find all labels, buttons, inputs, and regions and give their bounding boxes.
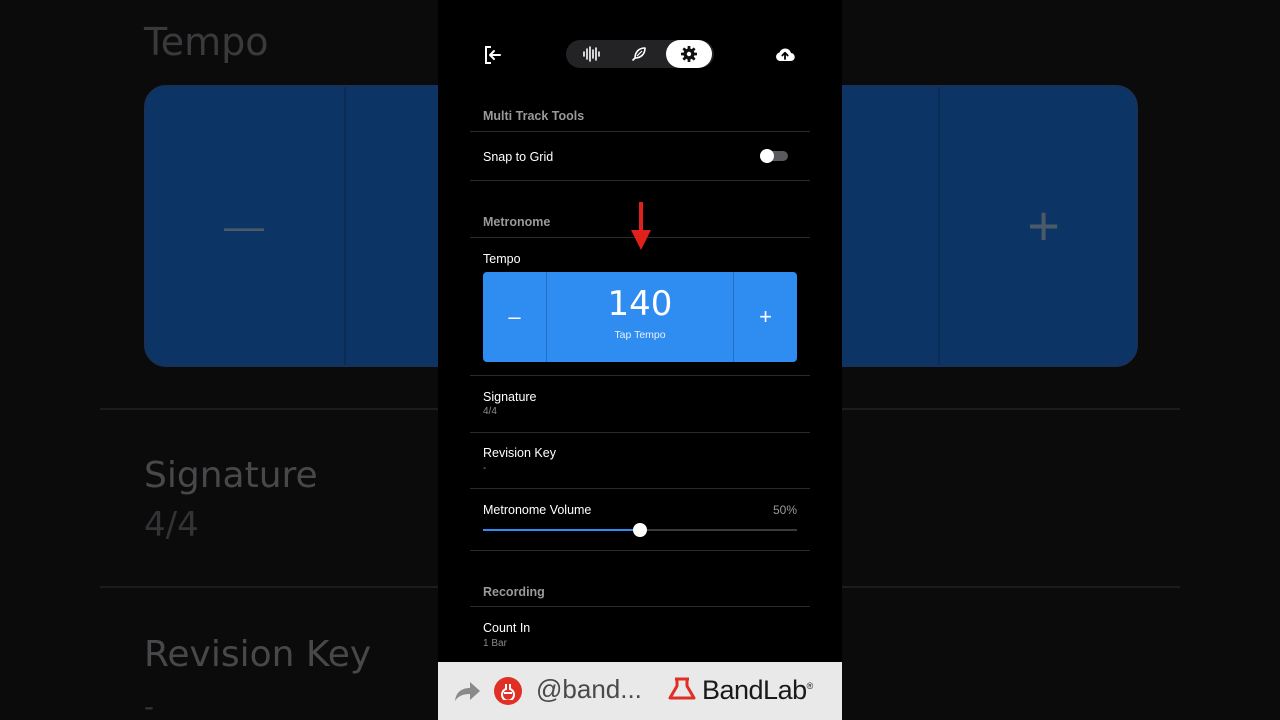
bg-tempo-title: Tempo (144, 20, 269, 64)
slider-thumb[interactable] (633, 523, 647, 537)
divider (470, 131, 810, 132)
divider (470, 488, 810, 489)
metronome-volume-label: Metronome Volume (483, 503, 592, 517)
snap-to-grid-label: Snap to Grid (483, 150, 554, 164)
annotation-arrow-icon (628, 200, 654, 252)
count-in-label[interactable]: Count In (483, 621, 530, 635)
exit-icon[interactable] (482, 44, 504, 66)
bg-minus-symbol: — (224, 205, 264, 249)
snap-to-grid-toggle[interactable] (760, 149, 788, 163)
signature-value: 4/4 (483, 406, 497, 417)
waveform-icon[interactable] (568, 40, 614, 68)
tempo-value: 140 (607, 284, 673, 324)
divider (470, 180, 810, 181)
bandlab-brand-icon (666, 676, 698, 706)
bg-revision-value: - (144, 690, 154, 720)
revision-key-value: - (483, 463, 487, 474)
top-bar (438, 0, 842, 100)
settings-panel: Multi Track Tools Snap to Grid Metronome… (438, 0, 842, 720)
toggle-knob (760, 149, 774, 163)
registered-mark: ® (806, 681, 814, 691)
section-title-multitrack: Multi Track Tools (483, 109, 585, 123)
watermark-bar: @band... BandLab® (438, 662, 842, 720)
section-title-recording: Recording (483, 585, 545, 599)
divider (470, 375, 810, 376)
tempo-control: – 140 Tap Tempo + (483, 272, 797, 362)
metronome-volume-value: 50% (772, 503, 797, 517)
bg-plus-symbol: + (1027, 194, 1060, 257)
section-title-metronome: Metronome (483, 215, 551, 229)
share-arrow-icon[interactable] (452, 676, 482, 706)
slider-fill (483, 529, 640, 531)
bg-signature-label: Signature (144, 455, 318, 496)
bandlab-logo-icon (494, 677, 522, 705)
tempo-label: Tempo (483, 252, 521, 266)
tap-tempo-label: Tap Tempo (614, 329, 666, 341)
mode-tabs (566, 40, 714, 68)
revision-key-label[interactable]: Revision Key (483, 446, 556, 460)
feather-icon[interactable] (616, 40, 662, 68)
divider (470, 432, 810, 433)
gear-icon[interactable] (666, 40, 712, 68)
bg-signature-value: 4/4 (144, 505, 199, 545)
count-in-value: 1 Bar (483, 638, 507, 649)
channel-handle[interactable]: @band... (536, 674, 642, 705)
bg-divider-right (938, 87, 940, 365)
divider (470, 550, 810, 551)
divider (470, 606, 810, 607)
tempo-decrease-button[interactable]: – (483, 272, 546, 362)
metronome-volume-slider[interactable] (483, 522, 797, 538)
cloud-upload-icon[interactable] (774, 44, 796, 66)
signature-label[interactable]: Signature (483, 390, 537, 404)
bg-divider-left (344, 87, 346, 365)
bg-revision-label: Revision Key (144, 634, 372, 675)
bandlab-brand-text: BandLab® (702, 675, 813, 706)
tempo-increase-button[interactable]: + (734, 272, 797, 362)
tap-tempo-button[interactable]: 140 Tap Tempo (547, 272, 733, 362)
brand-name: BandLab (702, 675, 807, 705)
